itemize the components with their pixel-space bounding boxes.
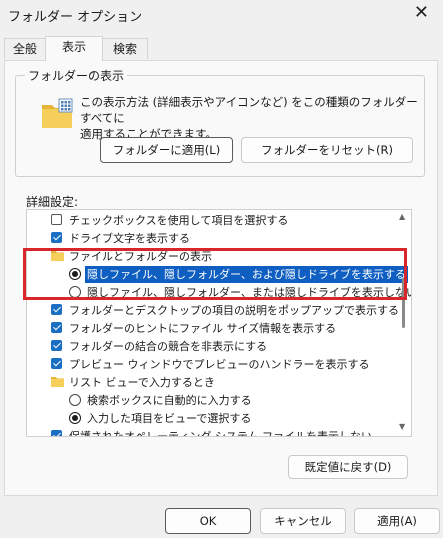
checkbox[interactable] (51, 304, 62, 315)
list-item-label: フォルダーのヒントにファイル サイズ情報を表示する (69, 322, 337, 335)
radio-button[interactable] (69, 394, 81, 406)
description-line-1: この表示方法 (詳細表示やアイコンなど) をこの種類のフォルダーすべてに (80, 95, 418, 125)
list-item-label: 保護されたオペレーティング システム ファイルを表示しない (69, 430, 373, 437)
cancel-button[interactable]: キャンセル (260, 508, 346, 534)
list-item-label: フォルダーとデスクトップの項目の説明をポップアップで表示する (69, 304, 399, 317)
ok-button[interactable]: OK (165, 508, 251, 534)
window-title: フォルダー オプション (8, 10, 143, 25)
list-item-label: 入力した項目をビューで選択する (87, 412, 252, 425)
list-scrollbar[interactable]: ▲ ▼ (397, 210, 409, 434)
apply-button[interactable]: 適用(A) (354, 508, 440, 534)
folder-view-icon (42, 98, 73, 128)
scroll-up-icon[interactable]: ▲ (399, 212, 405, 221)
list-group-label: ファイルとフォルダーの表示 (69, 250, 212, 263)
advanced-settings-list[interactable]: チェックボックスを使用して項目を選択する ドライブ文字を表示する ファイルとフォ… (26, 209, 412, 437)
tab-search[interactable]: 検索 (102, 38, 148, 59)
checkbox[interactable] (51, 322, 62, 333)
checkbox[interactable] (51, 430, 62, 436)
radio-button[interactable] (69, 412, 81, 424)
folder-icon (51, 251, 64, 261)
list-item-label: チェックボックスを使用して項目を選択する (69, 214, 289, 227)
checkbox[interactable] (51, 232, 62, 243)
apply-to-folders-button[interactable]: フォルダーに適用(L) (100, 137, 233, 163)
checkbox[interactable] (51, 340, 62, 351)
folder-views-label: フォルダーの表示 (25, 67, 128, 84)
scroll-down-icon[interactable]: ▼ (399, 422, 405, 431)
list-item-label: 隠しファイル、隠しフォルダー、および隠しドライブを表示する (85, 266, 408, 283)
scroll-thumb[interactable] (402, 278, 405, 328)
reset-folders-button[interactable]: フォルダーをリセット(R) (241, 137, 413, 163)
checkbox[interactable] (51, 214, 62, 225)
folder-views-description: この表示方法 (詳細表示やアイコンなど) をこの種類のフォルダーすべてに 適用す… (80, 94, 422, 142)
list-item-label: 隠しファイル、隠しフォルダー、または隠しドライブを表示しない (87, 286, 412, 299)
list-item-label: フォルダーの結合の競合を非表示にする (69, 340, 268, 353)
radio-button[interactable] (69, 268, 81, 280)
tab-general[interactable]: 全般 (4, 38, 46, 59)
tab-view[interactable]: 表示 (45, 36, 103, 61)
advanced-settings-label: 詳細設定: (26, 195, 79, 209)
close-icon[interactable]: ✕ (414, 2, 429, 23)
list-item-label: プレビュー ウィンドウでプレビューのハンドラーを表示する (69, 358, 370, 371)
checkbox[interactable] (51, 358, 62, 369)
restore-defaults-button[interactable]: 既定値に戻す(D) (288, 455, 408, 479)
radio-button[interactable] (69, 286, 81, 298)
list-item-label: ドライブ文字を表示する (69, 232, 190, 245)
list-item-label: 検索ボックスに自動的に入力する (87, 394, 252, 407)
folder-icon (51, 377, 64, 387)
list-group-label: リスト ビューで入力するとき (69, 376, 215, 389)
